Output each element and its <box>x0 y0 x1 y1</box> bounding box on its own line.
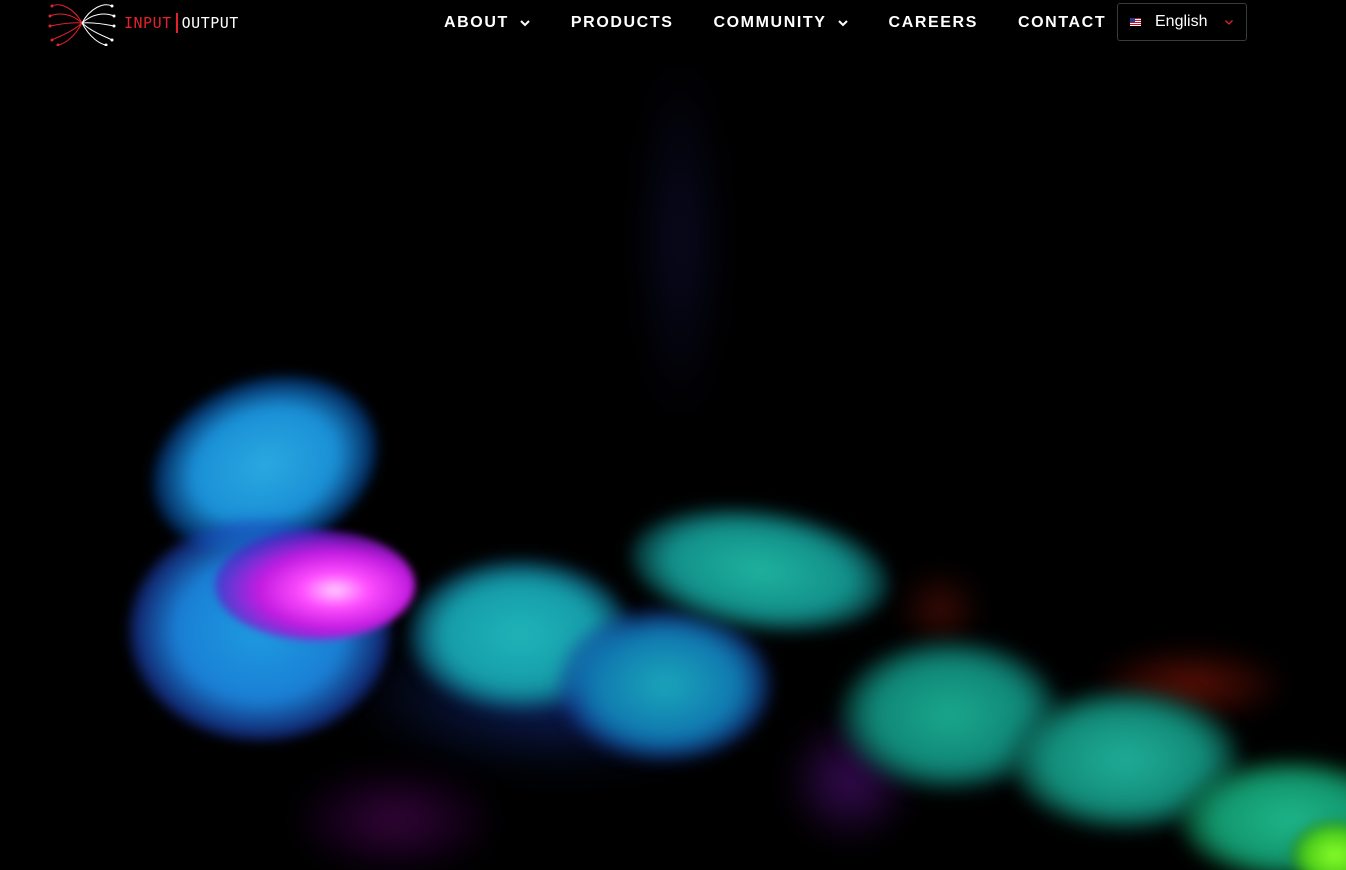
nav-item-label: PRODUCTS <box>570 13 674 31</box>
us-flag-icon <box>1130 18 1141 26</box>
smoke-blob <box>640 60 720 420</box>
nav-item-contact[interactable]: CONTACT <box>1018 14 1106 32</box>
nav-item-label: COMMUNITY <box>713 13 827 31</box>
nav-item-label: ABOUT <box>444 13 509 31</box>
nav-item-careers[interactable]: CAREERS <box>889 14 978 32</box>
smoke-blob <box>560 610 770 760</box>
nav-item-community[interactable]: COMMUNITY <box>713 14 848 32</box>
flag-canton <box>1130 18 1135 22</box>
chevron-down-icon <box>520 19 530 26</box>
nav-item-products[interactable]: PRODUCTS <box>571 14 674 32</box>
smoke-blob <box>900 570 980 650</box>
nav-item-about[interactable]: ABOUT <box>444 14 531 32</box>
chevron-down-icon <box>837 19 848 26</box>
nav-item-label: CAREERS <box>888 13 978 31</box>
main-nav: ABOUT PRODUCTS COMMUNITY CAREERS CONTACT <box>444 0 1146 45</box>
smoke-blob <box>300 770 490 870</box>
brand-logo[interactable]: INPUT OUTPUT <box>48 0 239 46</box>
chevron-down-icon <box>1225 20 1233 25</box>
nav-item-label: CONTACT <box>1017 13 1107 31</box>
page: INPUT OUTPUT ABOUT PRODUCTS COMMUNITY CA… <box>0 0 1346 870</box>
language-selected-label: English <box>1155 13 1208 30</box>
brand-divider <box>175 13 178 33</box>
brand-wordmark: INPUT OUTPUT <box>124 13 239 33</box>
brand-input-text: INPUT <box>124 14 172 32</box>
brand-output-text: OUTPUT <box>181 14 239 32</box>
hero-fluid-background <box>0 0 1346 870</box>
site-header: INPUT OUTPUT ABOUT PRODUCTS COMMUNITY CA… <box>0 0 1346 48</box>
smoke-blob-highlight <box>215 530 415 640</box>
language-selector[interactable]: English <box>1117 3 1247 41</box>
butterfly-network-logo-icon <box>48 4 116 46</box>
